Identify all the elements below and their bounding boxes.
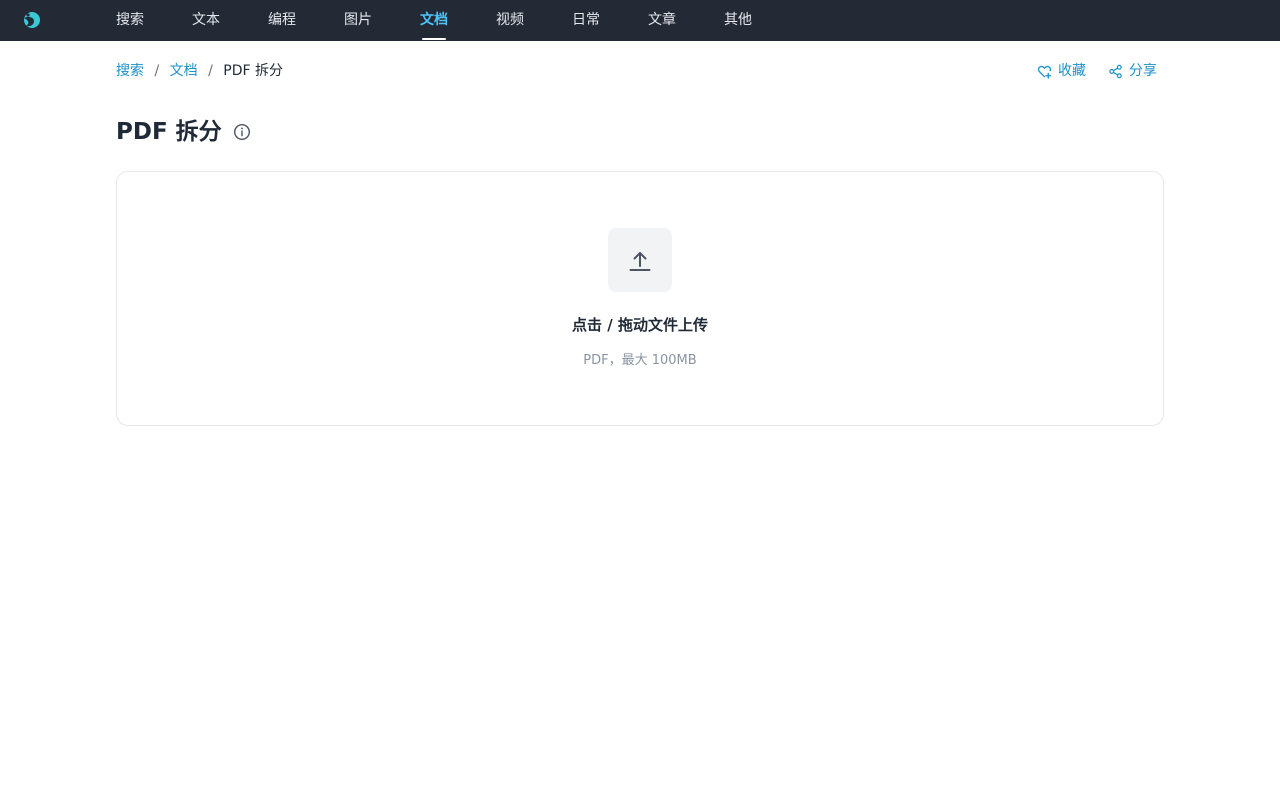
nav-item-label: 文档 <box>420 12 448 28</box>
upload-arrow-icon <box>629 252 651 271</box>
app-logo-icon[interactable] <box>22 10 42 30</box>
nav-item-articles[interactable]: 文章 <box>648 0 676 41</box>
nav-item-video[interactable]: 视频 <box>496 0 524 41</box>
breadcrumb-separator: / <box>208 63 213 79</box>
breadcrumb-current: PDF 拆分 <box>223 63 283 79</box>
favorite-button[interactable]: 收藏 <box>1037 61 1086 81</box>
nav-item-label: 其他 <box>724 12 752 28</box>
breadcrumb-link-documents[interactable]: 文档 <box>170 63 198 79</box>
nav-item-label: 文本 <box>192 12 220 28</box>
share-icon <box>1109 64 1122 78</box>
share-button[interactable]: 分享 <box>1108 61 1157 81</box>
nav-item-label: 编程 <box>268 12 296 28</box>
nav-item-label: 文章 <box>648 12 676 28</box>
favorite-label: 收藏 <box>1058 63 1086 79</box>
nav-item-label: 图片 <box>344 12 372 28</box>
upload-hint: PDF，最大 100MB <box>583 353 697 368</box>
active-tab-indicator <box>422 38 446 40</box>
upload-title: 点击 / 拖动文件上传 <box>572 316 708 334</box>
file-dropzone[interactable]: 点击 / 拖动文件上传 PDF，最大 100MB <box>116 171 1164 426</box>
info-circle-icon[interactable] <box>233 123 251 141</box>
breadcrumb-link-search[interactable]: 搜索 <box>116 63 144 79</box>
nav-item-text[interactable]: 文本 <box>192 0 220 41</box>
page-title: PDF 拆分 <box>116 119 222 145</box>
nav-item-other[interactable]: 其他 <box>724 0 752 41</box>
nav-item-images[interactable]: 图片 <box>344 0 372 41</box>
nav-item-search[interactable]: 搜索 <box>116 0 144 41</box>
nav-item-daily[interactable]: 日常 <box>572 0 600 41</box>
nav-item-programming[interactable]: 编程 <box>268 0 296 41</box>
nav-item-documents[interactable]: 文档 <box>420 0 448 41</box>
share-label: 分享 <box>1129 63 1157 79</box>
breadcrumb-separator: / <box>154 63 160 79</box>
nav-item-label: 搜索 <box>116 12 144 28</box>
page-header: PDF 拆分 <box>116 116 251 148</box>
nav-item-label: 日常 <box>572 12 600 28</box>
heart-plus-icon <box>1037 65 1052 79</box>
nav-item-label: 视频 <box>496 12 524 28</box>
upload-icon-box[interactable] <box>608 228 672 292</box>
breadcrumb: 搜索 / 文档 / PDF 拆分 <box>116 61 283 81</box>
top-nav-bar: 搜索 文本 编程 图片 文档 视频 日常 文章 其他 <box>0 0 1280 41</box>
